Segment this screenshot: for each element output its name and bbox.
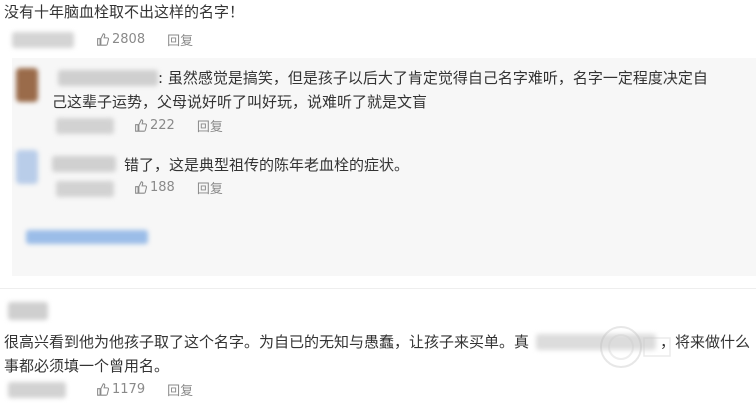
blurred-timestamp [8, 382, 66, 398]
comment-meta: 2808 回复 [96, 30, 193, 49]
watermark-logo [600, 326, 671, 368]
thumbs-up-icon [97, 383, 109, 396]
blurred-timestamp [56, 181, 114, 197]
like-button[interactable]: 188 [134, 180, 175, 195]
avatar[interactable] [16, 68, 38, 102]
comment-text-line1: 很高兴看到他为他孩子取了这个名字。为自已的无知与愚蠢，让孩子来买单。真 [4, 333, 530, 351]
blurred-username [12, 32, 74, 48]
more-replies-link[interactable] [26, 230, 148, 244]
reply-button[interactable]: 回复 [167, 380, 193, 399]
blurred-username [58, 70, 158, 86]
like-count: 2808 [112, 32, 146, 47]
avatar[interactable] [16, 150, 38, 184]
reply-button[interactable]: 回复 [197, 178, 223, 197]
thumbs-up-icon [135, 119, 147, 132]
thumbs-up-icon [135, 181, 147, 194]
divider [0, 288, 756, 289]
like-count: 222 [150, 118, 175, 133]
like-button[interactable]: 1179 [96, 382, 145, 397]
reply-button[interactable]: 回复 [167, 30, 193, 49]
thumbs-up-icon [97, 33, 109, 46]
comment-meta: 1179 回复 [96, 380, 193, 399]
reply-text-line1: : 虽然感觉是搞笑，但是孩子以后大了肯定觉得自己名字难听，名字一定程度决定自 [158, 69, 708, 87]
reply-meta: 188 回复 [134, 178, 223, 197]
reply-text-line2: 己这辈子运势，父母说好听了叫好玩，说难听了就是文盲 [52, 93, 428, 111]
comment-text: 没有十年脑血栓取不出这样的名字！ [4, 3, 245, 21]
like-count: 1179 [112, 382, 146, 397]
like-button[interactable]: 222 [134, 118, 175, 133]
comment-text-line2: 事都必须填一个曾用名。 [4, 357, 170, 375]
blurred-username [52, 156, 116, 172]
blurred-username [8, 302, 48, 320]
blurred-timestamp [56, 118, 114, 134]
reply-meta: 222 回复 [134, 116, 223, 135]
like-button[interactable]: 2808 [96, 32, 145, 47]
like-count: 188 [150, 180, 175, 195]
reply-text: 错了，这是典型祖传的陈年老血栓的症状。 [124, 156, 410, 174]
reply-button[interactable]: 回复 [197, 116, 223, 135]
